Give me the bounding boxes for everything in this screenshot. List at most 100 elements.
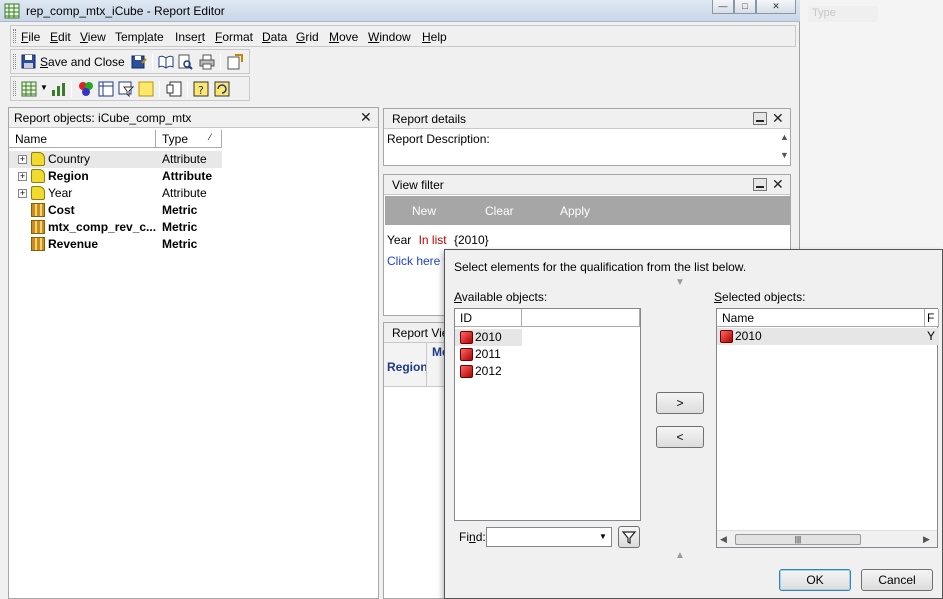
filter-condition[interactable]: Year In list {2010} [387,233,489,247]
tree-row-country[interactable]: + Country Attribute [9,151,378,168]
view-filter-icon[interactable] [118,81,134,97]
title-bar: rep_comp_mtx_iCube - Report Editor — □ ✕ [0,0,800,22]
refresh-icon[interactable] [214,81,230,97]
menu-format[interactable]: Format [215,30,253,44]
dropdown-arrow-icon[interactable]: ▼ [40,83,48,92]
scrollbar-thumb[interactable]: ||| [735,534,861,545]
menu-edit[interactable]: Edit [50,30,71,44]
column-header-id[interactable]: ID [455,309,522,327]
page-by-icon[interactable] [166,81,182,97]
grid-header-region[interactable]: Region [387,360,428,374]
menu-help[interactable]: Help [422,30,447,44]
minimize-window-button[interactable]: — [712,0,734,14]
menu-template[interactable]: Template [115,30,164,44]
print-icon[interactable] [199,54,215,70]
menu-window[interactable]: Window [368,30,411,44]
column-header-blank[interactable] [522,309,640,327]
element-icon [720,330,733,343]
list-item-2012[interactable]: 2012 [455,363,522,380]
menu-move[interactable]: Move [329,30,358,44]
selected-item-2010[interactable]: 2010 Y [717,328,939,345]
help-icon[interactable]: ? [193,81,209,97]
attribute-icon [31,152,45,166]
toolbar-grip[interactable] [13,54,16,69]
save-and-close-label: Save and Close [40,55,125,69]
column-header-type[interactable]: Type ⁄ [156,130,222,148]
column-header-name[interactable]: Name [717,309,925,327]
list-item-label: 2010 [735,329,762,343]
remove-from-selected-button[interactable]: < [656,426,704,448]
dialog-instruction: Select elements for the qualification fr… [454,260,747,274]
selected-objects-list[interactable]: Name F 2010 Y ◀ ||| ▶ [716,308,939,548]
menu-view[interactable]: View [80,30,106,44]
filter-new-button[interactable]: New [412,204,436,218]
filter-button[interactable] [618,526,640,548]
tree-row-cost[interactable]: Cost Metric [9,202,378,219]
list-item-label: 2011 [475,347,501,361]
expand-icon[interactable]: + [18,172,27,181]
notes-icon[interactable] [138,81,154,97]
report-options-icon[interactable] [227,54,243,70]
ok-button[interactable]: OK [779,569,851,591]
filter-clear-button[interactable]: Clear [485,204,514,218]
open-book-icon[interactable] [158,54,174,70]
save-and-close-button[interactable]: Save and Close [19,52,125,72]
list-item-2011[interactable]: 2011 [455,346,522,363]
svg-text:?: ? [198,84,204,97]
menu-file[interactable]: File [21,30,40,44]
close-icon[interactable]: ✕ [772,176,784,193]
object-name: Year [48,186,73,200]
grid-view-icon[interactable] [21,81,37,97]
toolbar-grip[interactable] [13,29,16,43]
filter-apply-button[interactable]: Apply [560,204,590,218]
tree-row-year[interactable]: + Year Attribute [9,185,378,202]
maximize-window-button[interactable]: □ [734,0,756,14]
tree-row-revenue[interactable]: Revenue Metric [9,236,378,253]
element-icon [460,365,473,378]
menu-data[interactable]: Data [262,30,287,44]
minimize-panel-button[interactable] [753,112,767,125]
available-objects-list[interactable]: ID 2010 2011 2012 [454,308,641,521]
toolbar-grip[interactable] [13,81,16,96]
print-preview-icon[interactable] [177,54,193,70]
sort-indicator-icon: ⁄ [209,132,211,142]
list-item-label: 2012 [475,364,502,378]
dropdown-arrow-icon[interactable]: ▼ [599,532,607,541]
find-combobox[interactable]: ▼ [486,527,612,547]
list-item-extra: Y [927,329,936,343]
menu-insert[interactable]: Insert [175,30,205,44]
attribute-icon [31,169,45,183]
column-header-name[interactable]: Name [9,130,156,148]
save-as-icon[interactable] [131,54,147,70]
scroll-down-icon[interactable]: ▼ [780,150,789,160]
filter-operator: In list [418,233,447,247]
object-name: Country [48,152,91,166]
object-type: Metric [162,203,198,217]
element-icon [460,331,473,344]
select-elements-dialog: Select elements for the qualification fr… [444,249,943,599]
menu-grid[interactable]: Grid [296,30,319,44]
close-window-button[interactable]: ✕ [756,0,796,14]
expand-icon[interactable]: + [18,189,27,198]
object-name: mtx_comp_rev_c... [48,220,157,234]
scroll-up-icon[interactable]: ▲ [780,132,789,142]
close-icon[interactable]: ✕ [772,110,784,127]
cancel-button[interactable]: Cancel [861,569,933,591]
minimize-panel-button[interactable] [753,178,767,191]
column-header-extra[interactable]: F [925,309,939,327]
horizontal-scrollbar[interactable]: ◀ ||| ▶ [717,530,937,547]
tree-row-mtx-comp-rev[interactable]: mtx_comp_rev_c... Metric [9,219,378,236]
filter-attribute: Year [387,233,412,247]
scroll-right-icon[interactable]: ▶ [923,534,930,545]
object-type: Metric [162,237,198,251]
close-icon[interactable]: ✕ [360,109,372,126]
list-item-2010[interactable]: 2010 [455,329,522,346]
scroll-left-icon[interactable]: ◀ [720,534,727,545]
toolbar-separator [71,81,72,97]
graph-view-icon[interactable] [50,81,66,97]
add-to-selected-button[interactable]: > [656,392,704,414]
tree-row-region[interactable]: + Region Attribute [9,168,378,185]
report-objects-icon[interactable] [98,81,114,97]
expand-icon[interactable]: + [18,155,27,164]
object-browser-icon[interactable] [78,81,94,97]
